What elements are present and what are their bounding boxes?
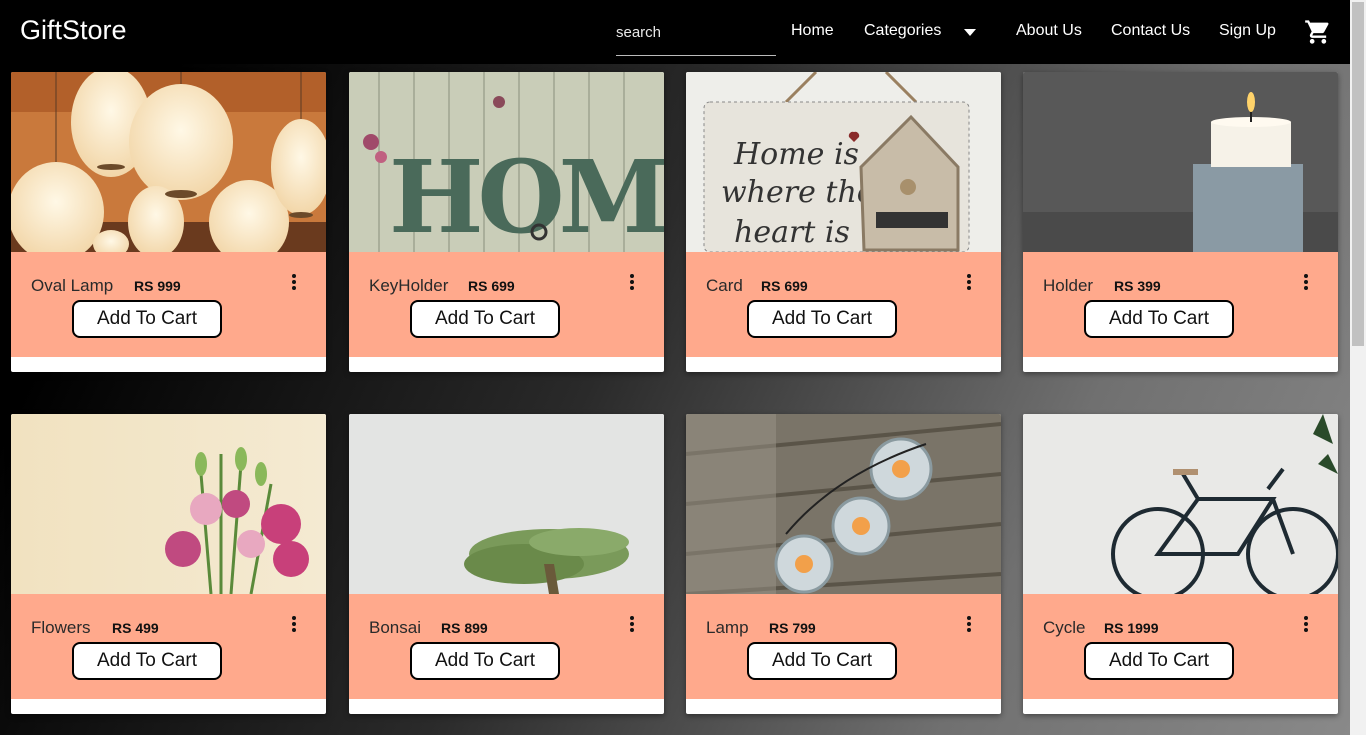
product-name: Lamp [706, 618, 749, 637]
product-name: Oval Lamp [31, 276, 114, 295]
product-card: Cycle RS 1999 Add To Cart [1023, 414, 1338, 714]
product-image-card[interactable]: Home is where the heart is [686, 72, 1001, 252]
shopping-cart-icon[interactable] [1304, 18, 1332, 46]
more-vert-icon[interactable] [964, 616, 974, 636]
more-vert-icon[interactable] [964, 274, 974, 294]
product-image-holder[interactable] [1023, 72, 1338, 252]
card-line-3: heart is [734, 215, 850, 250]
product-price: RS 699 [468, 278, 515, 294]
search-field[interactable] [616, 14, 776, 56]
product-image-lamp[interactable] [686, 414, 1001, 594]
home-sign-text: HOME [389, 138, 664, 252]
more-vert-icon[interactable] [1301, 616, 1311, 636]
product-card: Bonsai RS 899 Add To Cart [349, 414, 664, 714]
product-price: RS 999 [134, 278, 181, 294]
add-to-cart-button[interactable]: Add To Cart [410, 642, 560, 680]
add-to-cart-button[interactable]: Add To Cart [1084, 642, 1234, 680]
nav-home[interactable]: Home [791, 22, 834, 40]
scrollbar-thumb[interactable] [1352, 2, 1364, 346]
product-name: Bonsai [369, 618, 421, 637]
product-price: RS 1999 [1104, 620, 1159, 636]
navbar: GiftStore Home Categories About Us Conta… [0, 0, 1350, 64]
product-price: RS 899 [441, 620, 488, 636]
product-price: RS 399 [1114, 278, 1161, 294]
more-vert-icon[interactable] [1301, 274, 1311, 294]
more-vert-icon[interactable] [627, 274, 637, 294]
product-name: Cycle [1043, 618, 1086, 637]
nav-contact-us[interactable]: Contact Us [1111, 22, 1190, 40]
card-line-1: Home is [733, 137, 859, 172]
add-to-cart-button[interactable]: Add To Cart [410, 300, 560, 338]
product-card: Holder RS 399 Add To Cart [1023, 72, 1338, 372]
product-card: HOME KeyHolder RS 699 Add To Cart [349, 72, 664, 372]
product-image-oval-lamp[interactable] [11, 72, 326, 252]
product-price: RS 699 [761, 278, 808, 294]
product-info: Lamp RS 799 Add To Cart [686, 594, 1001, 699]
search-input[interactable] [616, 14, 776, 50]
product-name: KeyHolder [369, 276, 449, 295]
product-name: Flowers [31, 618, 91, 637]
product-info: Cycle RS 1999 Add To Cart [1023, 594, 1338, 699]
add-to-cart-button[interactable]: Add To Cart [747, 300, 897, 338]
product-info: Card RS 699 Add To Cart [686, 252, 1001, 357]
product-info: Oval Lamp RS 999 Add To Cart [11, 252, 326, 357]
product-card: Oval Lamp RS 999 Add To Cart [11, 72, 326, 372]
product-card: Home is where the heart is Card RS 699 A… [686, 72, 1001, 372]
add-to-cart-button[interactable]: Add To Cart [1084, 300, 1234, 338]
product-info: Bonsai RS 899 Add To Cart [349, 594, 664, 699]
add-to-cart-button[interactable]: Add To Cart [72, 300, 222, 338]
product-info: KeyHolder RS 699 Add To Cart [349, 252, 664, 357]
card-line-2: where the [721, 175, 875, 210]
more-vert-icon[interactable] [289, 616, 299, 636]
nav-sign-up[interactable]: Sign Up [1219, 22, 1276, 40]
product-info: Flowers RS 499 Add To Cart [11, 594, 326, 699]
product-info: Holder RS 399 Add To Cart [1023, 252, 1338, 357]
brand-logo[interactable]: GiftStore [20, 15, 127, 46]
chevron-down-icon[interactable] [964, 29, 976, 36]
product-image-cycle[interactable] [1023, 414, 1338, 594]
nav-about-us[interactable]: About Us [1016, 22, 1082, 40]
product-image-bonsai[interactable] [349, 414, 664, 594]
product-image-keyholder[interactable]: HOME [349, 72, 664, 252]
product-price: RS 499 [112, 620, 159, 636]
product-price: RS 799 [769, 620, 816, 636]
add-to-cart-button[interactable]: Add To Cart [72, 642, 222, 680]
product-image-flowers[interactable] [11, 414, 326, 594]
more-vert-icon[interactable] [627, 616, 637, 636]
product-name: Card [706, 276, 743, 295]
add-to-cart-button[interactable]: Add To Cart [747, 642, 897, 680]
product-card: Flowers RS 499 Add To Cart [11, 414, 326, 714]
more-vert-icon[interactable] [289, 274, 299, 294]
product-card: Lamp RS 799 Add To Cart [686, 414, 1001, 714]
nav-categories[interactable]: Categories [864, 22, 941, 40]
product-name: Holder [1043, 276, 1094, 295]
